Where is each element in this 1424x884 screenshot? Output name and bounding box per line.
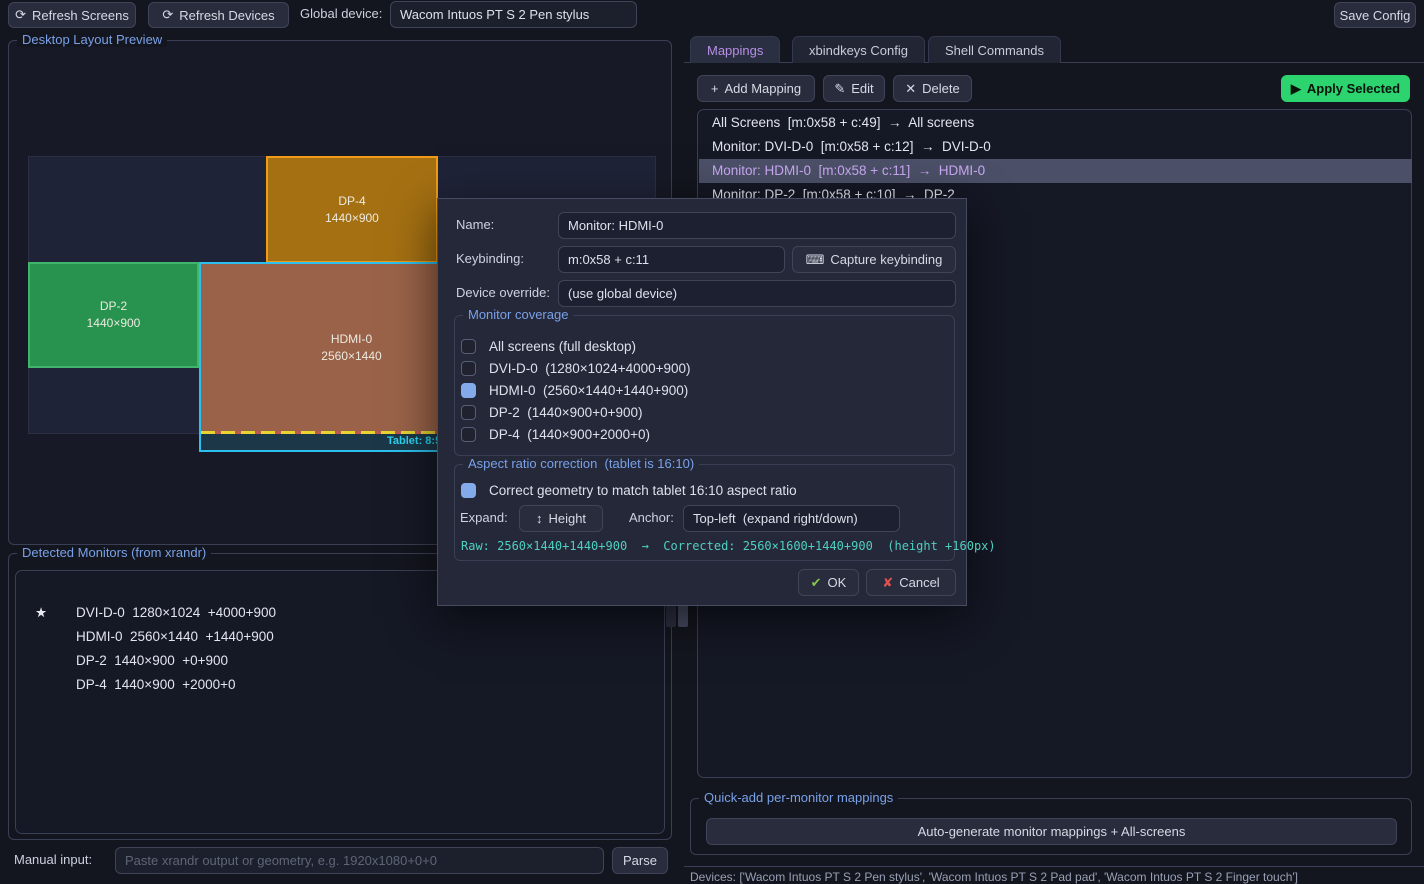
app-window: ⟳ Refresh Screens ⟳ Refresh Devices Glob… <box>0 0 1424 884</box>
tab-mappings[interactable]: Mappings <box>690 36 780 63</box>
monitor-name-label: DP-2 <box>100 298 127 315</box>
preview-group-title: Desktop Layout Preview <box>17 32 167 47</box>
panel-sash-handle[interactable] <box>678 603 688 627</box>
refresh-icon: ⟳ <box>15 7 26 23</box>
aspect-group-title: Aspect ratio correction (tablet is 16:10… <box>463 456 699 471</box>
mapping-row[interactable]: Monitor: HDMI-0 [m:0x58 + c:11] → HDMI-0 <box>699 159 1412 183</box>
device-override-input[interactable] <box>558 280 956 307</box>
coverage-row[interactable]: HDMI-0 (2560×1440+1440+900) <box>461 379 688 401</box>
monitor-rect-dp2[interactable]: DP-2 1440×900 <box>28 262 199 368</box>
monitor-name-label: DP-4 <box>338 193 365 210</box>
monitor-res-label: 1440×900 <box>325 210 379 227</box>
checkbox[interactable] <box>461 361 476 376</box>
delete-button[interactable]: ✕ Delete <box>893 75 972 102</box>
parse-label: Parse <box>623 853 657 868</box>
correct-geometry-row[interactable]: Correct geometry to match tablet 16:10 a… <box>461 479 797 501</box>
keyboard-icon: ⌨ <box>806 252 825 268</box>
play-icon: ▶ <box>1291 81 1301 97</box>
quick-add-group: Quick-add per-monitor mappings Auto-gene… <box>690 798 1412 855</box>
capture-keybinding-button[interactable]: ⌨ Capture keybinding <box>792 246 956 273</box>
save-config-label: Save Config <box>1340 8 1411 23</box>
mapping-row[interactable]: All Screens [m:0x58 + c:49] → All screen… <box>699 111 1412 135</box>
list-item[interactable]: DP-4 1440×900 +2000+0 <box>16 649 664 673</box>
panel-sash-handle[interactable] <box>666 603 676 627</box>
geometry-preview-text: Raw: 2560×1440+1440+900 → Corrected: 256… <box>461 539 996 553</box>
anchor-select[interactable] <box>683 505 900 532</box>
list-item[interactable]: DP-2 1440×900 +0+900 <box>16 625 664 649</box>
keybinding-label: Keybinding: <box>456 246 524 272</box>
monitor-coverage-group: Monitor coverage All screens (full deskt… <box>454 315 955 456</box>
quick-add-title: Quick-add per-monitor mappings <box>699 790 898 805</box>
auto-generate-button[interactable]: Auto-generate monitor mappings + All-scr… <box>706 818 1397 845</box>
check-icon: ✔ <box>811 575 822 591</box>
manual-input[interactable] <box>115 847 604 874</box>
apply-selected-button[interactable]: ▶ Apply Selected <box>1281 75 1410 102</box>
updown-arrow-icon: ↕ <box>536 511 543 526</box>
coverage-row[interactable]: DVI-D-0 (1280×1024+4000+900) <box>461 357 691 379</box>
refresh-devices-button[interactable]: ⟳ Refresh Devices <box>148 2 289 28</box>
expand-toggle-button[interactable]: ↕ Height <box>519 505 603 532</box>
tab-shell-commands[interactable]: Shell Commands <box>928 36 1061 63</box>
edit-button[interactable]: ✎ Edit <box>823 75 885 102</box>
refresh-devices-label: Refresh Devices <box>179 8 274 23</box>
monitor-res-label: 1440×900 <box>87 315 141 332</box>
devices-status-text: Devices: ['Wacom Intuos PT S 2 Pen stylu… <box>690 870 1298 884</box>
mapping-dialog: Name: Keybinding: ⌨ Capture keybinding D… <box>437 198 967 606</box>
save-config-button[interactable]: Save Config <box>1334 2 1416 28</box>
tab-xbindkeys-config[interactable]: xbindkeys Config <box>792 36 925 63</box>
keybinding-input[interactable] <box>558 246 785 273</box>
plus-icon: + <box>711 81 719 96</box>
checkbox[interactable] <box>461 383 476 398</box>
name-input[interactable] <box>558 212 956 239</box>
manual-input-label: Manual input: <box>14 847 92 873</box>
status-divider <box>684 866 1424 867</box>
coverage-row[interactable]: DP-4 (1440×900+2000+0) <box>461 423 650 445</box>
anchor-label: Anchor: <box>629 505 674 531</box>
name-label: Name: <box>456 212 494 238</box>
star-icon: ★ <box>35 601 47 625</box>
tablet-ratio-label: Tablet: 8:5 <box>387 435 441 447</box>
add-mapping-button[interactable]: + Add Mapping <box>697 75 815 102</box>
cross-icon: ✘ <box>882 575 893 591</box>
global-device-label: Global device: <box>300 1 382 27</box>
device-override-label: Device override: <box>456 280 550 306</box>
coverage-group-title: Monitor coverage <box>463 307 573 322</box>
checkbox[interactable] <box>461 339 476 354</box>
parse-button[interactable]: Parse <box>612 847 668 874</box>
checkbox[interactable] <box>461 427 476 442</box>
x-icon: ✕ <box>905 81 916 97</box>
correct-geometry-checkbox[interactable] <box>461 483 476 498</box>
aspect-ratio-group: Aspect ratio correction (tablet is 16:10… <box>454 464 955 561</box>
detected-monitors-list[interactable]: DVI-D-0 1280×1024 +4000+900 ★HDMI-0 2560… <box>15 570 665 834</box>
coverage-row[interactable]: All screens (full desktop) <box>461 335 636 357</box>
cancel-button[interactable]: ✘ Cancel <box>866 569 956 596</box>
expand-label: Expand: <box>460 505 508 531</box>
checkbox[interactable] <box>461 405 476 420</box>
refresh-screens-label: Refresh Screens <box>32 8 129 23</box>
monitor-name-label: HDMI-0 <box>331 331 372 348</box>
pencil-icon: ✎ <box>834 81 845 97</box>
monitor-res-label: 2560×1440 <box>321 348 381 365</box>
refresh-screens-button[interactable]: ⟳ Refresh Screens <box>8 2 136 28</box>
coverage-row[interactable]: DP-2 (1440×900+0+900) <box>461 401 643 423</box>
detected-group-title: Detected Monitors (from xrandr) <box>17 545 211 560</box>
mapping-row[interactable]: Monitor: DVI-D-0 [m:0x58 + c:12] → DVI-D… <box>699 135 1412 159</box>
monitor-rect-dp4[interactable]: DP-4 1440×900 <box>266 156 438 263</box>
global-device-input[interactable] <box>390 1 637 28</box>
ok-button[interactable]: ✔ OK <box>798 569 859 596</box>
refresh-icon: ⟳ <box>162 7 173 23</box>
